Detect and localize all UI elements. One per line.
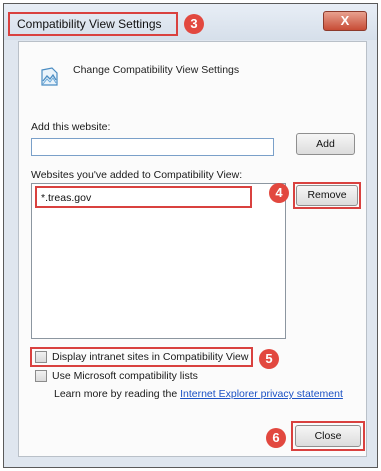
window-close-button[interactable]: X (323, 11, 367, 31)
header-text: Change Compatibility View Settings (73, 64, 240, 76)
add-button[interactable]: Add (296, 133, 355, 155)
websites-list-label: Websites you've added to Compatibility V… (31, 169, 243, 181)
ms-lists-checkbox[interactable] (35, 370, 47, 382)
callout-badge-4: 4 (269, 183, 289, 203)
callout-badge-6: 6 (266, 428, 286, 448)
websites-listbox[interactable]: *.treas.gov (31, 183, 286, 339)
compatibility-view-icon (41, 67, 58, 86)
remove-button[interactable]: Remove (296, 185, 358, 206)
callout-badge-3: 3 (184, 14, 204, 34)
ms-lists-checkbox-label[interactable]: Use Microsoft compatibility lists (52, 370, 198, 382)
add-website-input[interactable] (31, 138, 274, 156)
compatibility-view-dialog: Compatibility View Settings 3 X Change C… (3, 3, 378, 468)
intranet-checkbox[interactable] (35, 351, 47, 363)
privacy-statement-link[interactable]: Internet Explorer privacy statement (180, 388, 343, 400)
intranet-checkbox-label[interactable]: Display intranet sites in Compatibility … (52, 351, 248, 363)
title-bar: Compatibility View Settings 3 X (4, 4, 377, 40)
callout-box-list-item (35, 186, 252, 208)
callout-box-title (8, 12, 178, 36)
close-button[interactable]: Close (295, 425, 361, 447)
add-website-label: Add this website: (31, 121, 111, 133)
learn-more-text: Learn more by reading the Internet Explo… (54, 388, 343, 400)
callout-badge-5: 5 (259, 349, 279, 369)
dialog-body: Change Compatibility View Settings Add t… (18, 41, 367, 457)
learn-more-prefix: Learn more by reading the (54, 388, 181, 400)
